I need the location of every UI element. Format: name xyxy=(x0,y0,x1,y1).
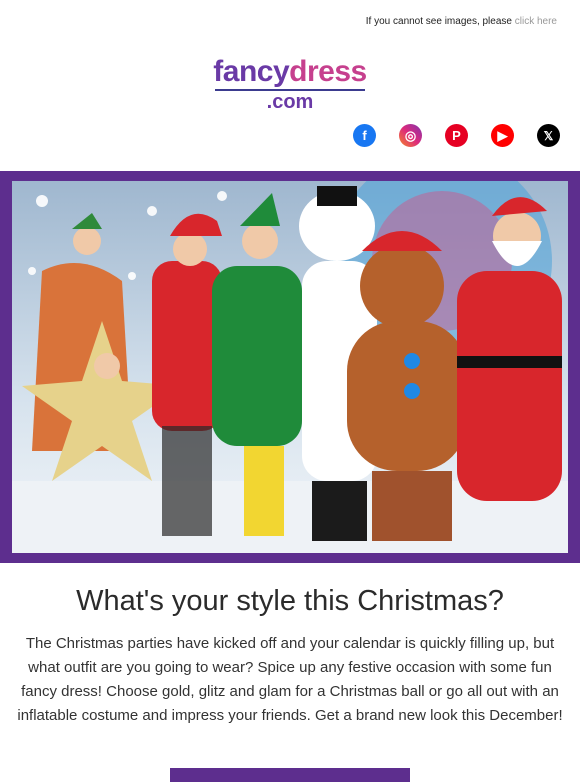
logo-wordmark: fancydress xyxy=(0,56,580,88)
social-links: f ◎ P ▶ 𝕏 xyxy=(353,124,560,147)
headline: What's your style this Christmas? xyxy=(76,585,504,617)
click-here-link[interactable]: click here xyxy=(515,16,557,27)
logo-part-dress: dress xyxy=(289,55,367,88)
cta-button[interactable] xyxy=(170,768,410,782)
body-copy: The Christmas parties have kicked off an… xyxy=(17,635,563,724)
pinterest-icon[interactable]: P xyxy=(445,124,468,147)
hero-banner[interactable] xyxy=(0,171,580,563)
facebook-icon[interactable]: f xyxy=(353,124,376,147)
site-logo[interactable]: fancydress .com xyxy=(0,56,580,114)
hero-image xyxy=(12,181,568,553)
logo-domain: .com xyxy=(266,91,314,113)
instagram-icon[interactable]: ◎ xyxy=(399,124,422,147)
fallback-text: If you cannot see images, please xyxy=(365,16,512,27)
costume-group-illustration xyxy=(12,181,568,553)
x-icon[interactable]: 𝕏 xyxy=(537,124,560,147)
youtube-icon[interactable]: ▶ xyxy=(491,124,514,147)
image-fallback-notice: If you cannot see images, please click h… xyxy=(366,16,557,27)
logo-part-fancy: fancy xyxy=(213,55,290,88)
